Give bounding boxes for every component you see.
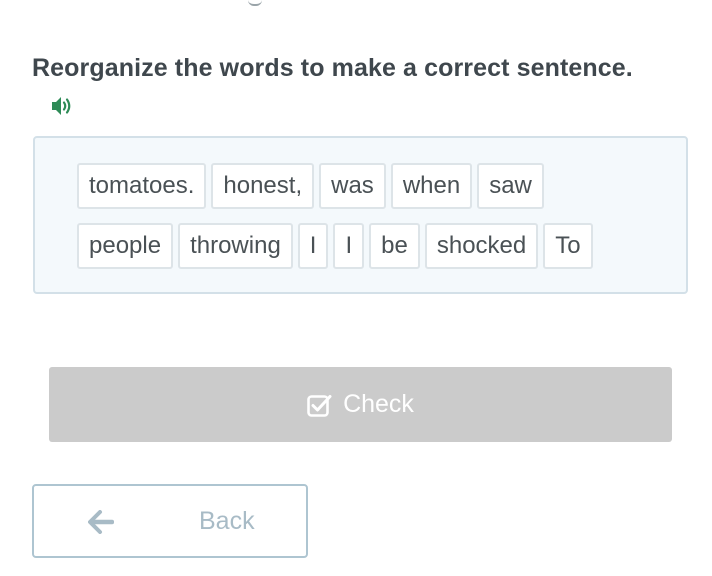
word-chip[interactable]: tomatoes. — [77, 163, 207, 209]
word-row: people throwing I I be shocked To — [77, 223, 593, 269]
top-edge-fragment — [248, 0, 262, 6]
arrow-left-icon — [88, 510, 115, 539]
speaker-icon — [50, 97, 74, 121]
word-chip[interactable]: was — [319, 163, 386, 209]
word-chip[interactable]: throwing — [178, 223, 293, 269]
back-button-label: Back — [199, 507, 255, 535]
back-button[interactable]: Back — [32, 484, 308, 558]
instruction-title: Reorganize the words to make a correct s… — [32, 54, 633, 82]
word-chip[interactable]: be — [369, 223, 420, 269]
checkbox-icon — [307, 393, 333, 417]
word-chip[interactable]: when — [390, 163, 473, 209]
word-row: tomatoes. honest, was when saw — [77, 163, 544, 209]
word-chip[interactable]: honest, — [211, 163, 315, 209]
word-chip[interactable]: To — [543, 223, 593, 269]
check-button[interactable]: Check — [49, 367, 672, 442]
word-chip[interactable]: people — [77, 223, 174, 269]
check-button-label: Check — [343, 390, 414, 418]
word-chip[interactable]: saw — [477, 163, 544, 209]
word-chip[interactable]: shocked — [424, 223, 539, 269]
word-bank: tomatoes. honest, was when saw people th… — [33, 136, 688, 294]
audio-button[interactable] — [50, 95, 74, 117]
word-chip[interactable]: I — [333, 223, 365, 269]
word-chip[interactable]: I — [297, 223, 329, 269]
